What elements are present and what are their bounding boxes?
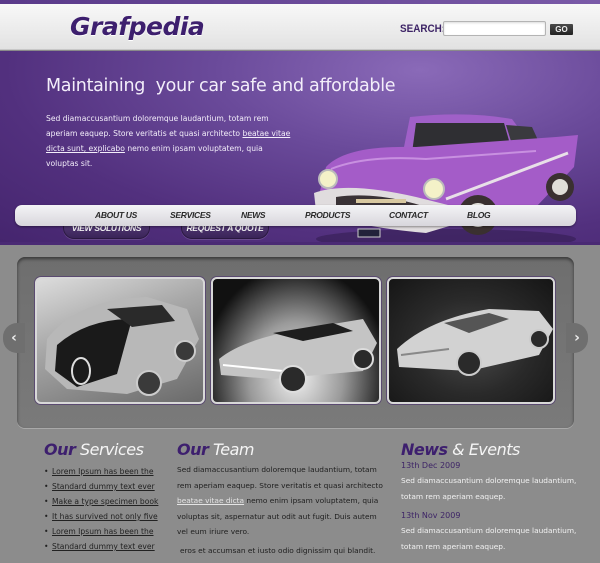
team-link[interactable]: beatae vitae dicta <box>177 496 244 505</box>
services-title: Our Services <box>44 440 144 459</box>
team-text-start: Sed diamaccusantium doloremque laudantiu… <box>177 465 383 490</box>
hero-title: Maintaining your car safe and affordable <box>46 76 396 96</box>
service-link[interactable]: Standard dummy text ever <box>52 482 155 491</box>
hero-text: Sed diamaccusantium doloremque laudantiu… <box>46 111 296 171</box>
list-item: Standard dummy text ever <box>44 539 158 554</box>
services-list: Lorem Ipsum has been the Standard dummy … <box>44 464 158 554</box>
news-title: News & Events <box>401 440 520 459</box>
services-title-a: Our <box>44 440 76 459</box>
list-item: Lorem Ipsum has been the <box>44 464 158 479</box>
list-item: Make a type specimen book <box>44 494 158 509</box>
search-input[interactable] <box>443 21 546 36</box>
sports-car-3-illustration <box>397 309 553 376</box>
list-item: Standard dummy text ever <box>44 479 158 494</box>
service-link[interactable]: Make a type specimen book <box>52 497 158 506</box>
team-text: Sed diamaccusantium doloremque laudantiu… <box>177 462 387 558</box>
logo[interactable]: Grafpedia <box>70 12 205 41</box>
list-item: Lorem Ipsum has been the <box>44 524 158 539</box>
sports-car-2-illustration <box>219 319 377 393</box>
news-date: 13th Dec 2009 <box>401 461 461 470</box>
search-go-button[interactable]: GO <box>550 24 573 35</box>
nav-about-us[interactable]: ABOUT US <box>95 210 137 220</box>
service-link[interactable]: Lorem Ipsum has been the <box>52 467 154 476</box>
nav-news[interactable]: NEWS <box>241 210 266 220</box>
news-title-a: News <box>401 440 448 459</box>
list-item: It has survived not only five <box>44 509 158 524</box>
nav-products[interactable]: PRODUCTS <box>305 210 351 220</box>
gallery-image-ferrari[interactable] <box>387 277 555 404</box>
main-nav: ABOUT US SERVICES NEWS PRODUCTS CONTACT … <box>15 205 576 226</box>
gallery-image-lamborghini[interactable] <box>211 277 381 404</box>
news-text: Sed diamaccusantium doloremque laudantiu… <box>401 476 577 501</box>
news-date: 13th Nov 2009 <box>401 511 461 520</box>
nav-contact[interactable]: CONTACT <box>389 210 428 220</box>
nav-services[interactable]: SERVICES <box>170 210 211 220</box>
team-title-a: Our <box>177 440 209 459</box>
sports-car-1-illustration <box>45 297 199 396</box>
team-title-b: Team <box>208 440 255 459</box>
gallery-image-bugatti[interactable] <box>35 277 205 404</box>
nav-blog[interactable]: BLOG <box>467 210 491 220</box>
service-link[interactable]: Lorem Ipsum has been the <box>52 527 154 536</box>
purple-classic-car-image <box>314 114 578 249</box>
news-title-b: & Events <box>447 440 520 459</box>
service-link[interactable]: It has survived not only five <box>52 512 158 521</box>
hero-text-start: Sed diamaccusantium doloremque laudantiu… <box>46 114 269 138</box>
news-text: Sed diamaccusantium doloremque laudantiu… <box>401 526 577 551</box>
chevron-left-icon[interactable]: ‹ <box>3 323 25 353</box>
team-title: Our Team <box>177 440 255 459</box>
search-label: SEARCH: <box>400 23 446 35</box>
team-text-p2: eros et accumsan et iusto odio dignissim… <box>180 545 376 555</box>
header: Grafpedia SEARCH: GO <box>0 4 600 50</box>
service-link[interactable]: Standard dummy text ever <box>52 542 155 551</box>
services-title-b: Services <box>75 440 144 459</box>
